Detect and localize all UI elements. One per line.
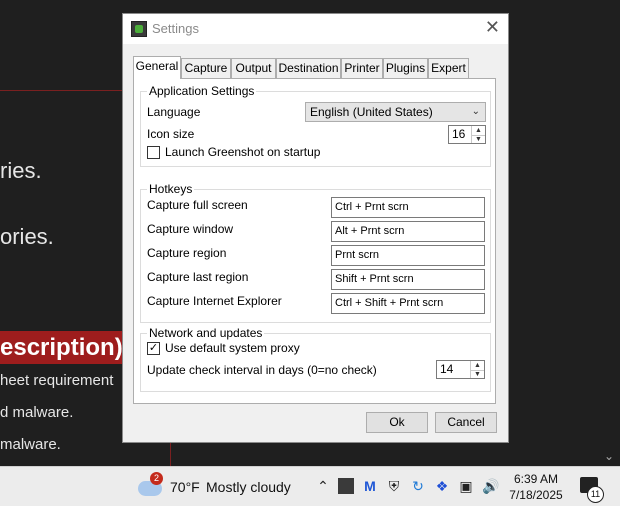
icon-size-label: Icon size (147, 127, 195, 141)
window-title: Settings (152, 21, 199, 36)
icon-size-stepper[interactable]: 16 ▲ ▼ (448, 125, 486, 144)
tab-panel-general: Application Settings Language English (U… (133, 78, 496, 404)
tab-printer[interactable]: Printer (341, 58, 383, 78)
hotkey-label: Capture full screen (147, 198, 248, 212)
hotkey-label: Capture Internet Explorer (147, 294, 282, 308)
divider-line (170, 443, 171, 466)
stepper-buttons: ▲ ▼ (470, 361, 484, 378)
weather-temperature[interactable]: 70°F (170, 479, 200, 495)
use-system-proxy-checkbox[interactable]: ✓ (147, 342, 160, 355)
group-label: Network and updates (147, 326, 265, 340)
clock-date: 7/18/2025 (509, 488, 563, 502)
clock[interactable]: 6:39 AM 7/18/2025 (506, 471, 566, 503)
scroll-down-icon[interactable]: ⌄ (604, 449, 614, 463)
settings-dialog: Settings ✕ General Capture Output Destin… (122, 13, 509, 443)
tab-output[interactable]: Output (231, 58, 276, 78)
hotkey-label: Capture last region (147, 270, 249, 284)
stepper-down-icon[interactable]: ▼ (471, 370, 484, 379)
hotkey-field[interactable]: Prnt scrn (331, 245, 485, 266)
background-heading: escription) (0, 331, 122, 364)
tab-general[interactable]: General (133, 56, 181, 79)
update-interval-value: 14 (440, 362, 454, 376)
hotkey-field[interactable]: Ctrl + Prnt scrn (331, 197, 485, 218)
stepper-down-icon[interactable]: ▼ (472, 135, 485, 144)
tab-destination[interactable]: Destination (276, 58, 341, 78)
language-value: English (United States) (310, 105, 433, 119)
tab-plugins[interactable]: Plugins (383, 58, 428, 78)
background-text: ories. (0, 224, 54, 249)
update-interval-stepper[interactable]: 14 ▲ ▼ (436, 360, 485, 379)
hotkey-label: Capture window (147, 222, 234, 236)
network-updates-group: Network and updates ✓ Use default system… (140, 326, 491, 392)
chevron-down-icon: ⌄ (471, 106, 480, 117)
hotkey-label: Capture region (147, 246, 227, 260)
language-label: Language (147, 105, 201, 119)
dropbox-icon[interactable]: ❖ (434, 478, 450, 494)
cancel-button[interactable]: Cancel (435, 412, 497, 433)
use-system-proxy-label: Use default system proxy (165, 341, 300, 355)
checkmark-icon: ✓ (148, 342, 159, 354)
taskbar: 2 70°F Mostly cloudy ⌃ M ⛨ ↻ ❖ ▣ 🔊 6:39 … (0, 466, 620, 506)
icon-size-value: 16 (452, 127, 466, 141)
background-text: ries. (0, 158, 42, 183)
divider-line (0, 90, 122, 91)
network-icon[interactable]: ▣ (458, 478, 474, 494)
weather-condition[interactable]: Mostly cloudy (206, 479, 291, 495)
hotkeys-group: Hotkeys Capture full screen Ctrl + Prnt … (140, 182, 491, 323)
title-bar[interactable]: Settings ✕ (123, 14, 508, 44)
background-text: d malware. (0, 404, 74, 421)
sync-icon[interactable]: ↻ (410, 478, 426, 494)
weather-badge: 2 (150, 472, 163, 485)
shield-icon[interactable]: ⛨ (386, 478, 402, 494)
hotkey-field[interactable]: Shift + Prnt scrn (331, 269, 485, 290)
greenshot-tray-icon[interactable] (338, 478, 354, 494)
hotkey-field[interactable]: Ctrl + Shift + Prnt scrn (331, 293, 485, 314)
hotkey-field[interactable]: Alt + Prnt scrn (331, 221, 485, 242)
group-label: Hotkeys (147, 182, 195, 196)
launch-on-startup-label: Launch Greenshot on startup (165, 145, 321, 159)
malwarebytes-icon[interactable]: M (362, 478, 378, 494)
close-icon[interactable]: ✕ (485, 17, 500, 38)
clock-time: 6:39 AM (513, 472, 559, 486)
ok-button[interactable]: Ok (366, 412, 428, 433)
volume-icon[interactable]: 🔊 (482, 478, 499, 494)
update-interval-label: Update check interval in days (0=no chec… (147, 363, 377, 377)
language-select[interactable]: English (United States) ⌄ (305, 102, 486, 122)
background-text: malware. (0, 436, 61, 453)
tab-capture[interactable]: Capture (181, 58, 231, 78)
group-label: Application Settings (147, 84, 257, 98)
tab-expert[interactable]: Expert (428, 58, 469, 78)
greenshot-app-icon (131, 21, 147, 37)
chevron-up-icon[interactable]: ⌃ (315, 478, 331, 494)
application-settings-group: Application Settings Language English (U… (140, 84, 491, 167)
launch-on-startup-checkbox[interactable] (147, 146, 160, 159)
background-text: heet requirement (0, 372, 114, 389)
stepper-buttons: ▲ ▼ (471, 126, 485, 143)
notification-count: 11 (587, 486, 604, 503)
